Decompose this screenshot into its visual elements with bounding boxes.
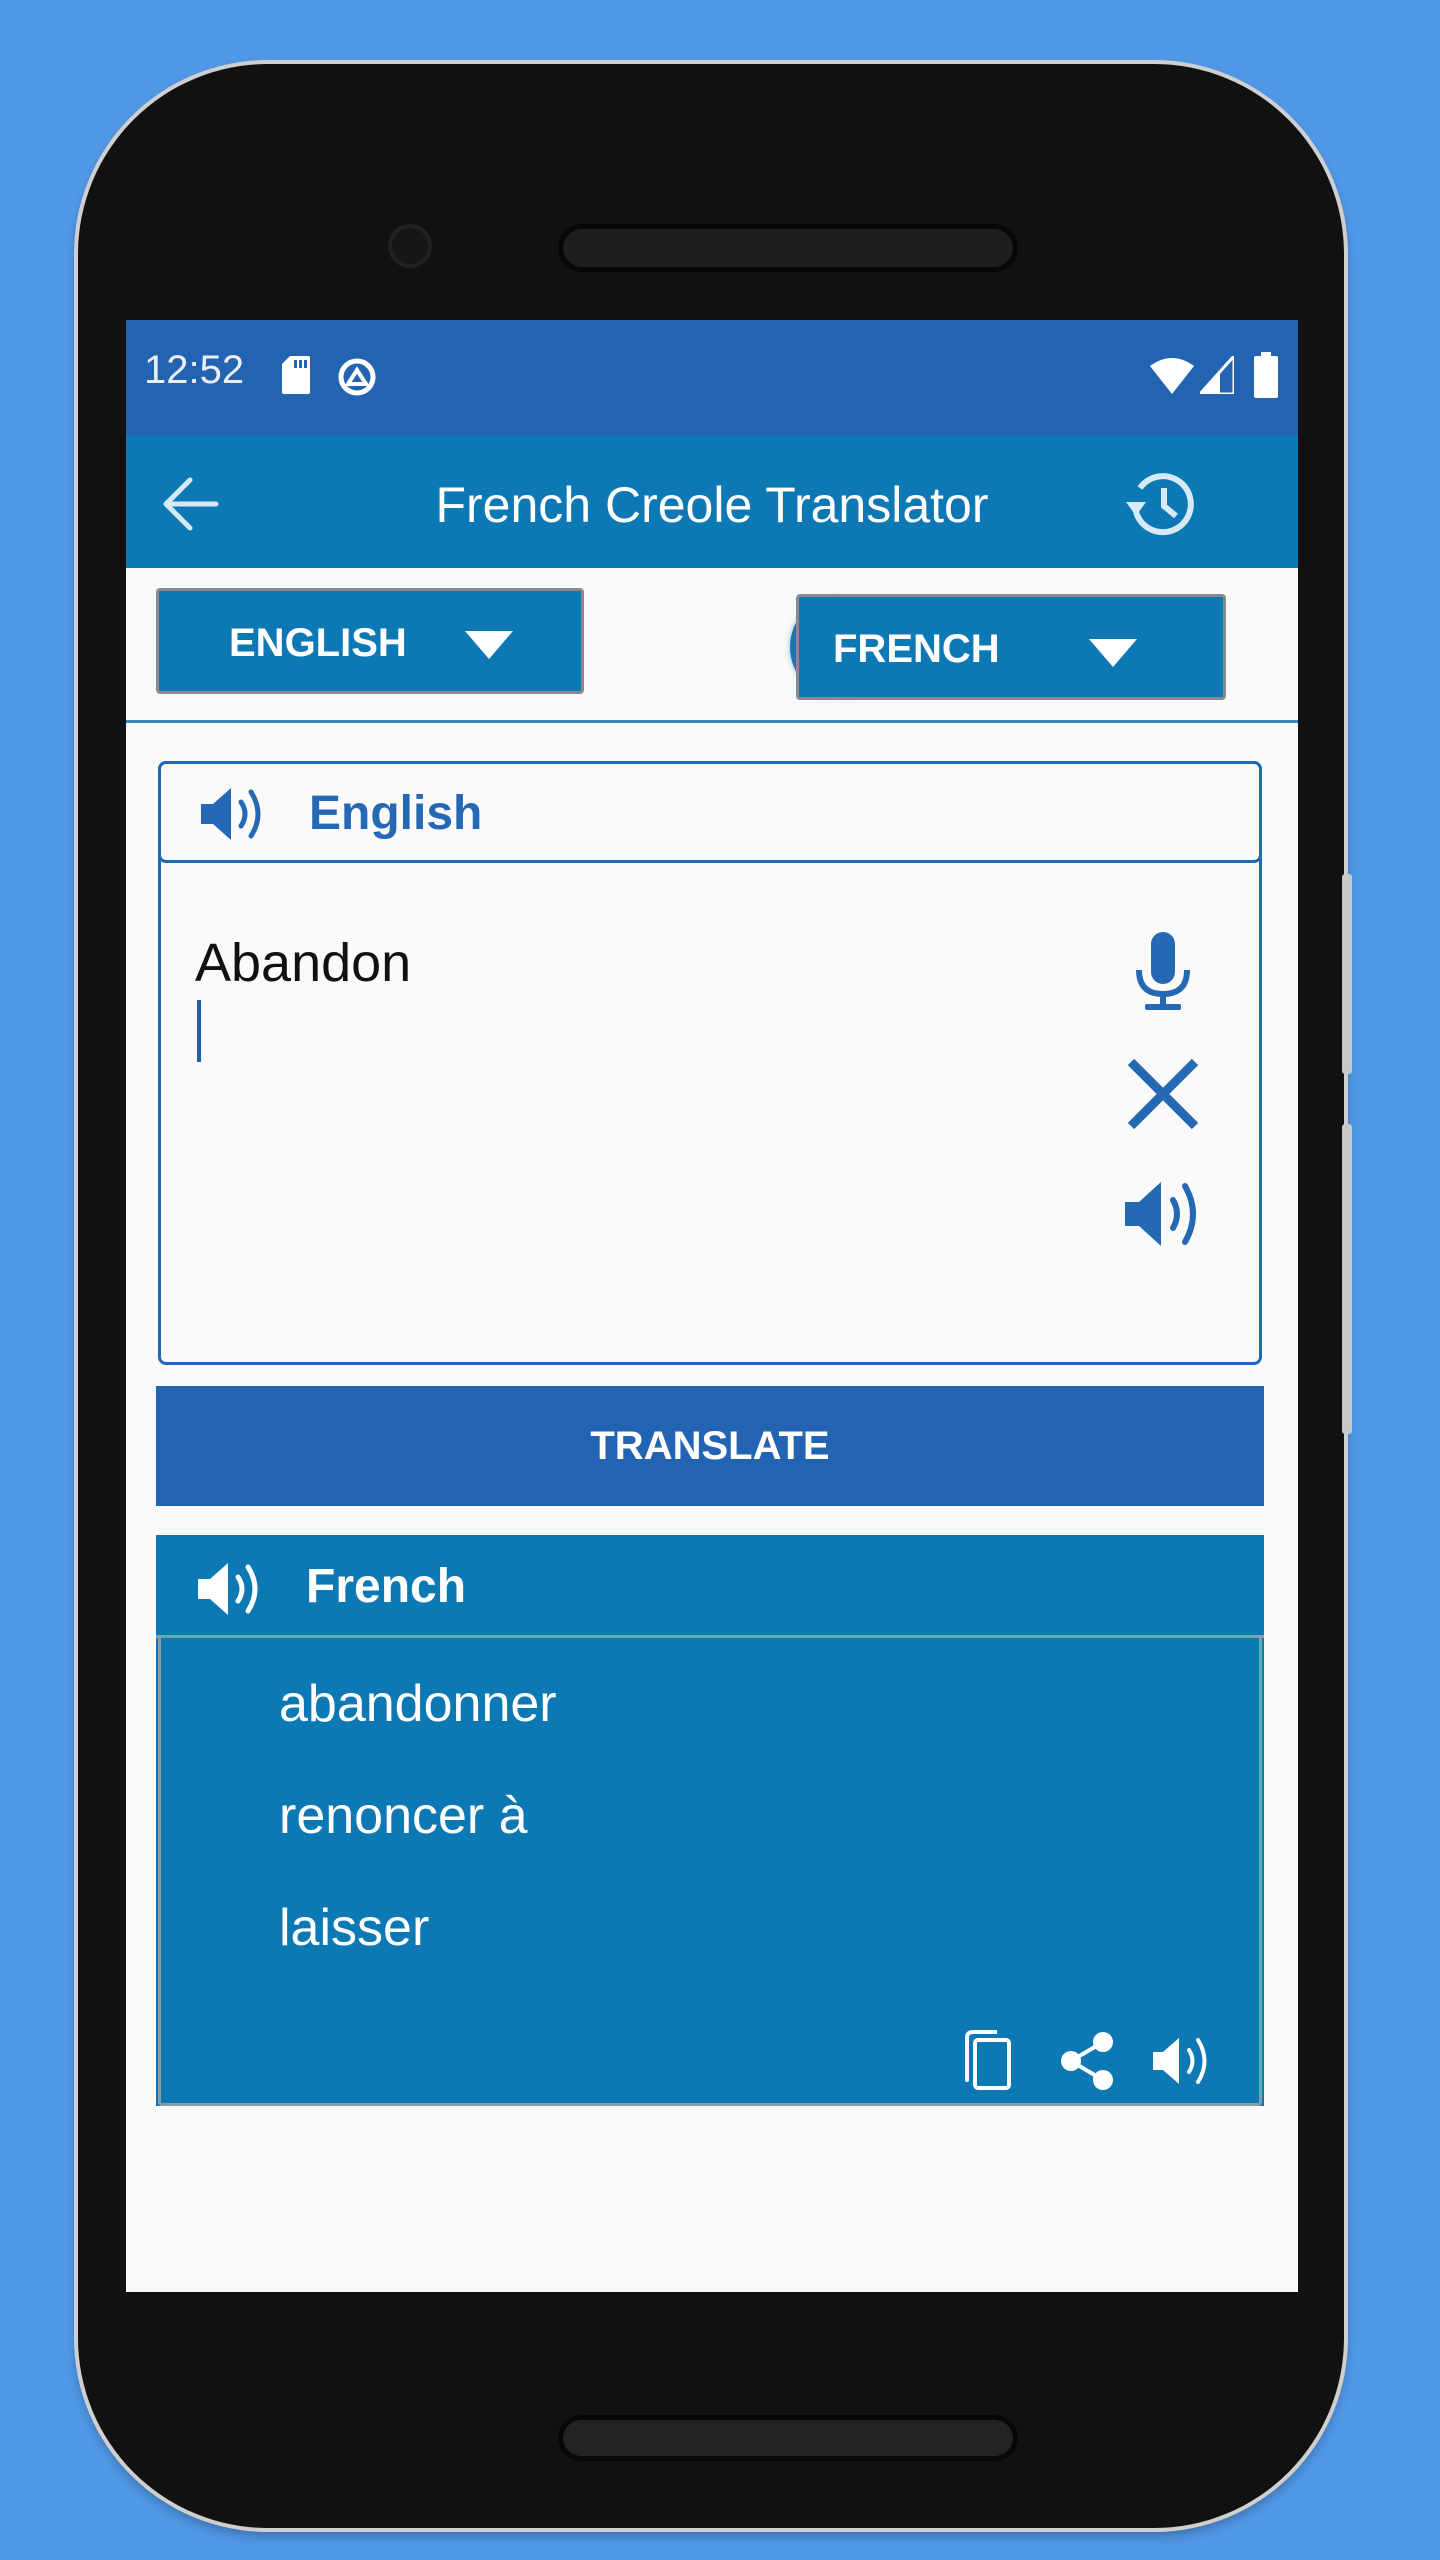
- speaker-icon[interactable]: [1123, 1174, 1203, 1254]
- microphone-icon[interactable]: [1123, 932, 1203, 1012]
- source-language-label: ENGLISH: [229, 621, 407, 665]
- source-language-dropdown[interactable]: ENGLISH: [156, 588, 584, 694]
- translate-button[interactable]: TRANSLATE: [156, 1386, 1264, 1506]
- translation-result[interactable]: abandonner: [279, 1674, 557, 1734]
- input-card-header: English: [158, 761, 1262, 863]
- copy-icon[interactable]: [961, 2030, 1023, 2092]
- target-language-dropdown[interactable]: FRENCH: [796, 594, 1226, 700]
- app-bar: French Creole Translator: [126, 436, 1298, 568]
- front-camera: [388, 224, 432, 268]
- output-card: French abandonner renoncer à laisser: [156, 1535, 1264, 2106]
- bottom-speaker: [563, 2420, 1013, 2456]
- translation-result[interactable]: renoncer à: [279, 1786, 528, 1846]
- output-card-header: French: [156, 1535, 1264, 1638]
- input-language-title: English: [309, 787, 483, 840]
- app-screen: 12:52 French Creole Translator ENGLISH F…: [126, 320, 1298, 2292]
- earpiece-speaker: [563, 229, 1013, 267]
- source-text-input[interactable]: Abandon: [195, 932, 411, 994]
- translation-results: abandonner renoncer à laisser: [158, 1638, 1262, 2106]
- chevron-down-icon: [1089, 639, 1137, 667]
- output-language-title: French: [306, 1560, 467, 1613]
- target-language-label: FRENCH: [833, 627, 1000, 671]
- volume-button: [1342, 874, 1352, 1074]
- speaker-icon[interactable]: [1151, 2030, 1213, 2092]
- sd-card-icon: [282, 356, 310, 394]
- battery-icon: [1254, 352, 1278, 398]
- status-bar: 12:52: [126, 320, 1298, 436]
- input-card: English Abandon: [158, 761, 1262, 1365]
- language-selector-row: ENGLISH FRENCH: [126, 568, 1298, 723]
- text-cursor: [197, 1000, 201, 1062]
- translation-result[interactable]: laisser: [279, 1898, 429, 1958]
- speaker-icon[interactable]: [196, 1557, 266, 1621]
- clear-icon[interactable]: [1123, 1054, 1203, 1134]
- history-icon[interactable]: [1122, 466, 1198, 542]
- speaker-icon[interactable]: [199, 782, 269, 846]
- power-button: [1342, 1124, 1352, 1434]
- signal-icon: [1200, 356, 1234, 394]
- wifi-icon: [1150, 358, 1194, 394]
- chevron-down-icon: [465, 631, 513, 659]
- data-saver-icon: [338, 358, 376, 396]
- status-time: 12:52: [144, 348, 245, 392]
- share-icon[interactable]: [1057, 2030, 1119, 2092]
